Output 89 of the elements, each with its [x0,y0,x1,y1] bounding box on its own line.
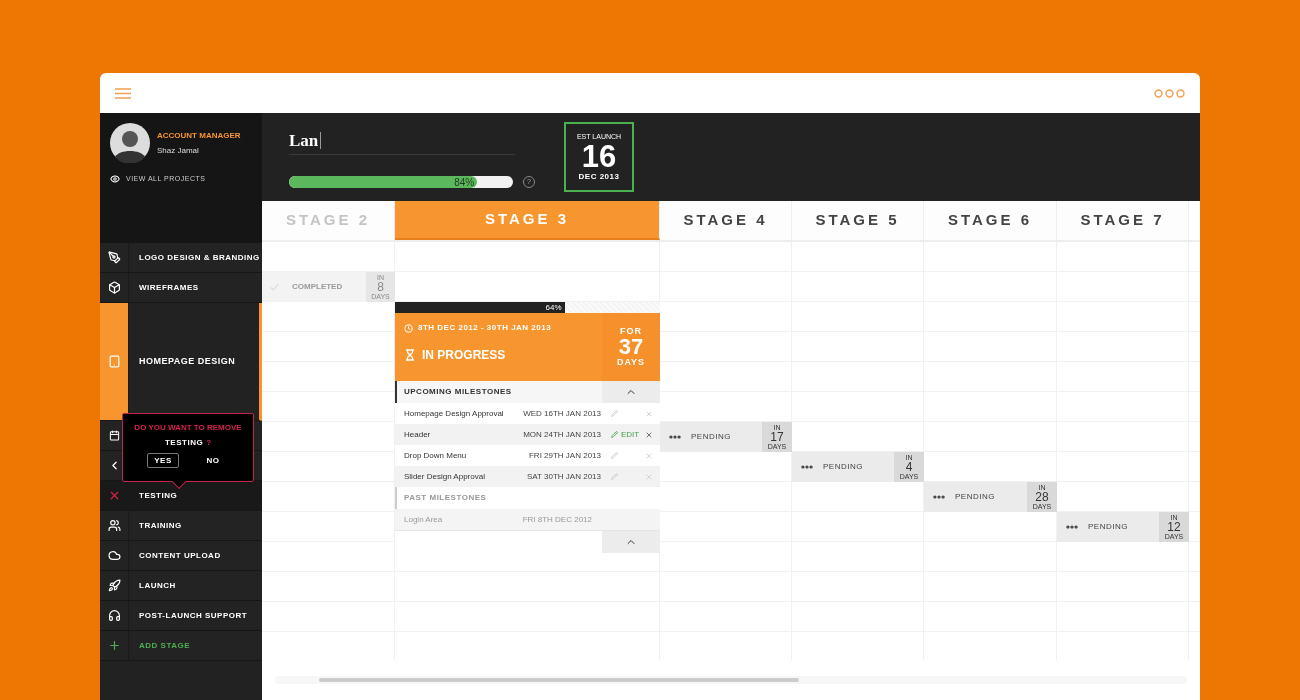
stage-status: IN PROGRESS [422,347,506,364]
stage-title: STAGE 2 [285,210,371,231]
days-count: 28 [1035,491,1049,503]
sidebar-label: CONTENT UPLOAD [139,549,221,562]
sidebar-label: ADD STAGE [139,639,191,652]
check-icon [269,281,280,293]
milestone-date: MON 24TH JAN 2013 [522,428,601,441]
eye-icon [110,174,120,185]
pencil-icon[interactable] [611,452,618,459]
past-milestones-heading: PAST MILESTONES [404,492,487,504]
milestone-row[interactable]: Header MON 24TH JAN 2013 EDIT [395,424,660,445]
stage-title: STAGE 5 [815,210,900,231]
sidebar-item[interactable]: ADD STAGE [100,631,262,661]
sidebar-item[interactable]: TRAINING [100,511,262,541]
calendar-icon [108,430,120,441]
avatar [110,123,150,163]
rocket-icon [107,579,121,592]
bar-label: PENDING [1088,521,1129,533]
milestone-name: Drop Down Menu [404,449,468,462]
sidebar-item[interactable]: CONTENT UPLOAD [100,541,262,571]
sidebar-item[interactable]: POST-LAUNCH SUPPORT [100,601,262,631]
sidebar-item[interactable]: LOGO DESIGN & BRANDING [100,243,262,273]
plus-icon [107,639,121,652]
sidebar-label: TESTING [139,489,178,502]
tablet-icon [107,355,121,368]
milestone-date: WED 16TH JAN 2013 [522,407,601,420]
stage-progress-reading: 64% [545,301,562,314]
confirm-button[interactable]: NO [197,453,229,468]
sidebar-label: TRAINING [139,519,182,532]
cube-icon [107,281,121,294]
profile-name: Shaz Jamal [157,144,200,157]
sidebar-label: HOMEPAGE DESIGN [139,354,236,368]
pencil-icon[interactable] [611,410,618,417]
project-name-field[interactable]: Lan [289,127,515,155]
profile-role: ACCOUNT MANAGER [157,129,241,142]
milestone-date: FRI 8TH DEC 2012 [522,513,592,526]
duration-unit: DAYS [616,358,646,367]
collapse-button[interactable] [602,531,660,553]
confirm-question: DO YOU WANT TO REMOVE [134,422,242,434]
bar-label: PENDING [823,461,864,473]
milestone-name: Slider Design Approval [404,470,486,483]
sidebar-item[interactable]: HOMEPAGE DESIGN [100,303,262,421]
bar-label: COMPLETED [292,281,344,293]
milestone-name: Login Area [404,513,444,526]
more-icon[interactable] [1154,88,1185,98]
menu-icon[interactable] [115,87,131,99]
hourglass-icon [404,349,416,361]
bar-label: PENDING [691,431,732,443]
stage-title: STAGE 4 [683,210,768,231]
horizontal-scrollbar[interactable] [275,676,1187,684]
stage-title: STAGE 6 [947,210,1033,231]
stage-dates: 8TH DEC 2012 - 30TH JAN 2013 [418,322,552,334]
bar-label: PENDING [955,491,996,503]
sidebar-item[interactable]: LAUNCH [100,571,262,601]
sidebar-item[interactable]: TESTING [100,481,262,511]
launch-day: 16 [581,141,617,172]
pencil-icon[interactable] [611,473,618,480]
pencil-icon[interactable] [611,431,618,438]
sidebar-label: LOGO DESIGN & BRANDING [139,251,260,264]
milestone-row[interactable]: Slider Design Approval SAT 30TH JAN 2013 [395,466,660,487]
days-count: 4 [905,461,913,473]
duration-days: 37 [618,336,644,358]
days-count: 8 [377,281,384,293]
stage-title: STAGE 7 [1080,210,1165,231]
confirm-subject: TESTING [164,437,204,449]
clock-icon [404,323,413,333]
collapse-button[interactable] [602,381,660,403]
days-count: 17 [770,431,784,443]
sidebar-label: WIREFRAMES [139,281,199,294]
pen-icon [107,251,121,264]
milestone-name: Homepage Design Approval [404,407,505,420]
stage-title: STAGE 3 [484,209,570,230]
sidebar-item[interactable]: WIREFRAMES [100,273,262,303]
duration-prefix: FOR [620,327,642,336]
days-count: 12 [1167,521,1181,533]
question-mark: ? [206,437,212,449]
milestone-date: FRI 29TH JAN 2013 [527,449,601,462]
sidebar-label: LAUNCH [139,579,176,592]
milestone-name: Header [404,428,432,441]
progress-reading: 84% [454,176,475,188]
confirm-button[interactable]: YES [147,453,179,468]
launch-month: DEC 2013 [578,173,620,181]
sidebar-label: POST-LAUNCH SUPPORT [139,609,248,622]
milestone-date: SAT 30TH JAN 2013 [526,470,601,483]
people-icon [107,519,121,532]
headset-icon [107,609,121,622]
delete-icon[interactable] [645,430,653,439]
cloud-icon [107,549,121,562]
milestones-heading: UPCOMING MILESTONES [404,386,512,398]
